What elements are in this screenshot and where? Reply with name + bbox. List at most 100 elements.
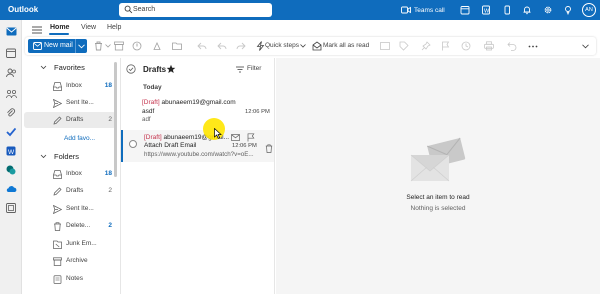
favorites-item-sent[interactable]: Sent Ite...	[24, 95, 116, 111]
lightning-icon[interactable]	[255, 41, 265, 51]
search-input[interactable]: Search	[119, 3, 272, 17]
favorites-header[interactable]: Favorites	[54, 63, 85, 72]
mail-icon[interactable]	[5, 25, 17, 37]
todo-icon[interactable]	[5, 126, 17, 138]
mouse-pointer-icon	[214, 128, 222, 139]
snooze-icon[interactable]	[461, 41, 471, 51]
sweep-icon[interactable]	[152, 41, 162, 51]
pencil-icon	[52, 115, 62, 125]
move-to-folder-icon[interactable]	[172, 41, 182, 51]
app-rail	[0, 20, 22, 294]
reply-icon[interactable]	[197, 41, 207, 51]
people-icon[interactable]	[5, 67, 17, 79]
folder-label: Junk Em...	[66, 240, 97, 247]
tab-view[interactable]: View	[81, 24, 96, 31]
teams-call-button[interactable]: Teams call	[401, 4, 445, 16]
envelope-icon[interactable]	[380, 41, 390, 51]
select-checkbox[interactable]	[129, 140, 137, 148]
chevron-down-icon[interactable]	[298, 41, 308, 51]
empty-mail-illustration-icon	[410, 137, 466, 182]
folder-label: Notes	[66, 275, 83, 282]
notes-icon	[52, 274, 62, 284]
unread-count: 18	[104, 82, 112, 89]
mark-all-read-button[interactable]: Mark all as read	[323, 42, 369, 49]
reply-all-icon[interactable]	[217, 41, 227, 51]
new-mail-button[interactable]: New mail	[28, 39, 87, 53]
delete-icon[interactable]	[265, 144, 273, 153]
filter-button[interactable]: Filter	[247, 65, 261, 72]
apps-icon[interactable]	[5, 202, 17, 214]
more-options-icon[interactable]	[528, 41, 538, 51]
report-icon[interactable]	[132, 41, 142, 51]
folder-label: Delete...	[66, 222, 91, 229]
print-icon[interactable]	[484, 41, 494, 51]
search-placeholder: Search	[133, 6, 156, 13]
group-icon[interactable]	[5, 88, 17, 100]
paperclip-icon[interactable]	[5, 107, 17, 119]
folders-header[interactable]: Folders	[54, 152, 79, 161]
filter-icon[interactable]	[236, 66, 244, 73]
folder-item-drafts[interactable]: Drafts 2	[24, 183, 116, 199]
select-all-checkbox-icon[interactable]	[126, 64, 136, 74]
compose-mail-icon	[33, 42, 42, 50]
favorites-item-drafts[interactable]: Drafts 2	[24, 112, 116, 128]
folder-item-inbox[interactable]: Inbox 18	[24, 166, 116, 182]
folder-item-sent[interactable]: Sent Ite...	[24, 201, 116, 217]
folder-label: Inbox	[66, 170, 82, 177]
message-time: 12:06 PM	[232, 143, 257, 149]
lightbulb-icon[interactable]	[562, 4, 574, 16]
trash-icon	[52, 221, 62, 231]
quick-steps-button[interactable]: Quick steps	[265, 42, 299, 49]
list-item[interactable]: [Draft] abunaeem19@gmail... Attach Draft…	[121, 130, 274, 162]
tag-icon[interactable]	[399, 41, 409, 51]
calendar-icon[interactable]	[459, 4, 471, 16]
mark-read-icon[interactable]	[312, 41, 322, 51]
folder-label: Drafts	[66, 116, 84, 123]
word-app-icon[interactable]: W	[480, 4, 492, 16]
folder-label: Drafts	[66, 187, 84, 194]
add-favorite-link[interactable]: Add favo...	[64, 135, 95, 142]
calendar-icon[interactable]	[5, 47, 17, 59]
pin-icon[interactable]	[421, 41, 431, 51]
avatar[interactable]: AN	[582, 3, 596, 17]
star-icon[interactable]	[166, 64, 176, 74]
chevron-down-icon[interactable]	[40, 64, 47, 71]
chevron-down-icon[interactable]	[78, 44, 85, 49]
mark-unread-icon[interactable]	[231, 134, 240, 141]
search-icon	[124, 5, 133, 14]
send-icon	[52, 204, 62, 214]
flag-icon[interactable]	[440, 41, 450, 51]
folder-label: Inbox	[66, 82, 82, 89]
tab-home[interactable]: Home	[50, 24, 69, 31]
junk-icon	[52, 239, 62, 249]
svg-text:W: W	[8, 149, 15, 156]
archive-icon[interactable]	[114, 41, 124, 51]
undo-icon[interactable]	[507, 41, 517, 51]
folder-item-notes[interactable]: Notes	[24, 271, 116, 287]
tab-help[interactable]: Help	[107, 24, 121, 31]
gear-icon[interactable]	[542, 4, 554, 16]
forward-icon[interactable]	[236, 41, 246, 51]
chevron-down-icon[interactable]	[103, 41, 113, 51]
favorites-item-inbox[interactable]: Inbox 18	[24, 78, 116, 94]
folder-item-deleted[interactable]: Delete... 2	[24, 218, 116, 234]
word-icon[interactable]: W	[5, 145, 17, 157]
list-item[interactable]: [Draft] abunaeem19@gmail.com asdf adf 12…	[121, 95, 274, 129]
chevron-down-icon[interactable]	[40, 153, 47, 160]
folder-pane-scrollbar[interactable]	[114, 62, 117, 177]
hamburger-menu-icon[interactable]	[32, 26, 42, 34]
chevron-down-icon[interactable]	[580, 41, 590, 51]
onedrive-icon[interactable]	[5, 183, 17, 195]
delete-icon[interactable]	[93, 41, 103, 51]
new-mail-label: New mail	[44, 42, 73, 49]
message-preview: https://www.youtube.com/watch?v=oE...	[144, 151, 254, 158]
sharepoint-icon[interactable]	[5, 164, 17, 176]
bell-icon[interactable]	[521, 4, 533, 16]
folder-item-junk[interactable]: Junk Em...	[24, 236, 116, 252]
phone-icon[interactable]	[501, 4, 513, 16]
empty-state-title: Select an item to read	[406, 194, 470, 201]
draft-tag: [Draft]	[144, 134, 162, 141]
empty-state-subtitle: Nothing is selected	[410, 205, 466, 212]
folder-item-archive[interactable]: Archive	[24, 253, 116, 269]
flag-icon[interactable]	[247, 133, 255, 142]
